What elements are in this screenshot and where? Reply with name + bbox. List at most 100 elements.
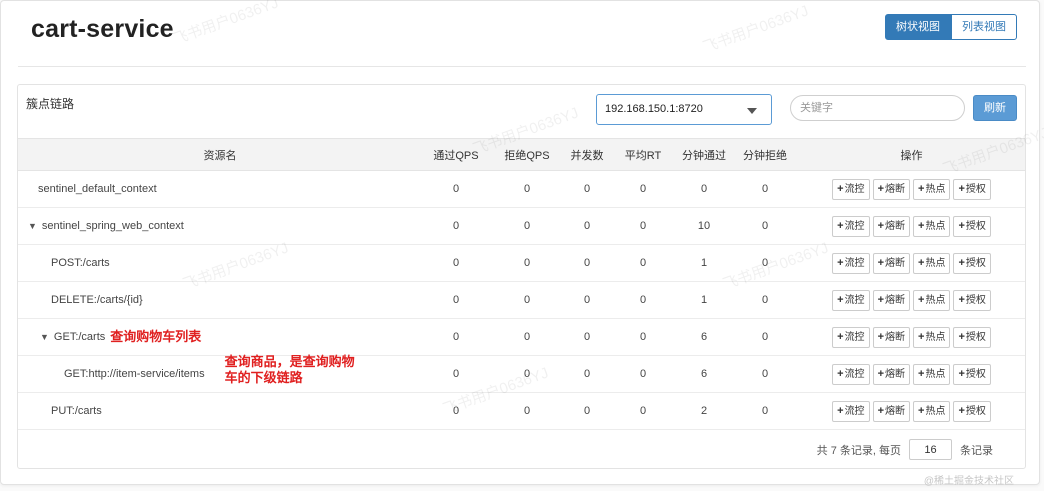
expand-toggle-icon[interactable]: ▼ [40,332,49,342]
hotspot-rule-button[interactable]: +热点 [913,363,951,385]
op-label: 熔断 [885,331,905,343]
cell-pass-qps: 0 [422,392,490,430]
flow-rule-button[interactable]: +流控 [832,289,870,311]
chevron-down-icon [747,108,757,114]
keyword-search-input[interactable] [790,95,965,121]
hotspot-rule-button[interactable]: +热点 [913,289,951,311]
degrade-rule-button[interactable]: +熔断 [872,400,910,422]
degrade-rule-button[interactable]: +熔断 [872,178,910,200]
auth-rule-button[interactable]: +授权 [953,178,991,200]
cell-block-qps: 0 [490,244,564,282]
resource-name-cell: DELETE:/carts/{id} [18,281,422,319]
cell-minute-block: 0 [732,170,798,208]
degrade-rule-button[interactable]: +熔断 [872,326,910,348]
annotation-item-service: 查询商品，是查询购物 车的下级链路 [225,354,355,386]
plus-icon: + [837,293,844,306]
cell-avg-rt: 0 [610,355,676,393]
plus-icon: + [837,219,844,232]
col-header-avg-rt: 平均RT [610,138,676,171]
auth-rule-button[interactable]: +授权 [953,400,991,422]
table-header-row: 资源名 通过QPS 拒绝QPS 并发数 平均RT 分钟通过 分钟拒绝 操作 [18,138,1025,171]
flow-rule-button[interactable]: +流控 [832,400,870,422]
cell-avg-rt: 0 [610,318,676,356]
flow-rule-button[interactable]: +流控 [832,215,870,237]
op-label: 流控 [844,331,865,343]
hotspot-rule-button[interactable]: +热点 [913,178,951,200]
plus-icon: + [877,182,884,195]
cell-minute-block: 0 [732,244,798,282]
flow-rule-button[interactable]: +流控 [832,326,870,348]
tree-view-button[interactable]: 树状视图 [885,14,951,40]
plus-icon: + [837,182,844,195]
plus-icon: + [918,367,925,380]
hotspot-rule-button[interactable]: +热点 [913,326,951,348]
machine-select[interactable]: 192.168.150.1:8720 [596,94,772,125]
annotation-line: 车的下级链路 [224,370,303,385]
op-label: 熔断 [885,220,905,232]
degrade-rule-button[interactable]: +熔断 [872,363,910,385]
expand-toggle-icon[interactable]: ▼ [28,221,37,231]
cell-concurrency: 0 [564,244,610,282]
resource-name-cell: GET:http://item-service/items 查询商品，是查询购物车… [18,354,422,393]
flow-rule-button[interactable]: +流控 [832,363,870,385]
cell-minute-block: 0 [732,281,798,319]
hotspot-rule-button[interactable]: +热点 [913,215,951,237]
plus-icon: + [918,404,925,417]
op-label: 热点 [925,294,946,306]
op-label: 授权 [965,331,986,343]
resource-name: PUT:/carts [51,405,102,417]
auth-rule-button[interactable]: +授权 [953,289,991,311]
degrade-rule-button[interactable]: +熔断 [872,252,910,274]
cell-pass-qps: 0 [422,355,490,393]
degrade-rule-button[interactable]: +熔断 [872,289,910,311]
plus-icon: + [918,293,925,306]
auth-rule-button[interactable]: +授权 [953,215,991,237]
hotspot-rule-button[interactable]: +热点 [913,400,951,422]
plus-icon: + [877,404,884,417]
op-label: 热点 [925,405,946,417]
hotspot-rule-button[interactable]: +热点 [913,252,951,274]
op-label: 授权 [965,368,986,380]
plus-icon: + [877,293,884,306]
op-label: 热点 [925,220,946,232]
annotation-line: 查询商品，是查询购物 [224,354,355,369]
machine-select-value: 192.168.150.1:8720 [605,103,703,115]
cell-minute-block: 0 [732,318,798,356]
title-divider [18,66,1026,67]
op-label: 授权 [965,405,986,417]
resource-table: 资源名 通过QPS 拒绝QPS 并发数 平均RT 分钟通过 分钟拒绝 操作 se… [18,138,1025,430]
auth-rule-button[interactable]: +授权 [953,326,991,348]
refresh-button[interactable]: 刷新 [973,95,1017,121]
table-row: sentinel_default_context 0 0 0 0 0 0 +流控 +熔断 +热点 +… [18,170,1025,208]
resource-name-cell: ▼ GET:/carts 查询购物车列表 [18,318,422,356]
op-label: 熔断 [885,257,905,269]
resource-name-cell: PUT:/carts [18,392,422,430]
panel-title: 簇点链路 [26,97,75,111]
plus-icon: + [958,219,965,232]
plus-icon: + [918,330,925,343]
plus-icon: + [918,256,925,269]
auth-rule-button[interactable]: +授权 [953,252,991,274]
main-card: cart-service 树状视图 列表视图 簇点链路 192.168.150.… [0,0,1040,485]
table-row: DELETE:/carts/{id} 0 0 0 0 1 0 +流控 +熔断 +热点 +授权 [18,281,1025,319]
ops-cell: +流控 +熔断 +热点 +授权 [798,392,1025,430]
ops-cell: +流控 +熔断 +热点 +授权 [798,170,1025,208]
cell-avg-rt: 0 [610,281,676,319]
plus-icon: + [837,367,844,380]
flow-rule-button[interactable]: +流控 [832,252,870,274]
page-size-input[interactable] [909,439,952,460]
plus-icon: + [958,404,965,417]
ops-cell: +流控 +熔断 +热点 +授权 [798,355,1025,393]
col-header-concurrency: 并发数 [564,138,610,171]
table-row: GET:http://item-service/items 查询商品，是查询购物车… [18,354,1025,393]
flow-rule-button[interactable]: +流控 [832,178,870,200]
col-header-pass-qps: 通过QPS [422,138,490,171]
cell-minute-pass: 2 [676,392,732,430]
resource-name: sentinel_default_context [38,183,157,195]
pagination-footer: 共 7 条记录, 每页 条记录 [817,439,993,460]
page-title: cart-service [31,15,174,43]
degrade-rule-button[interactable]: +熔断 [872,215,910,237]
op-label: 热点 [925,331,946,343]
auth-rule-button[interactable]: +授权 [953,363,991,385]
list-view-button[interactable]: 列表视图 [951,14,1017,40]
